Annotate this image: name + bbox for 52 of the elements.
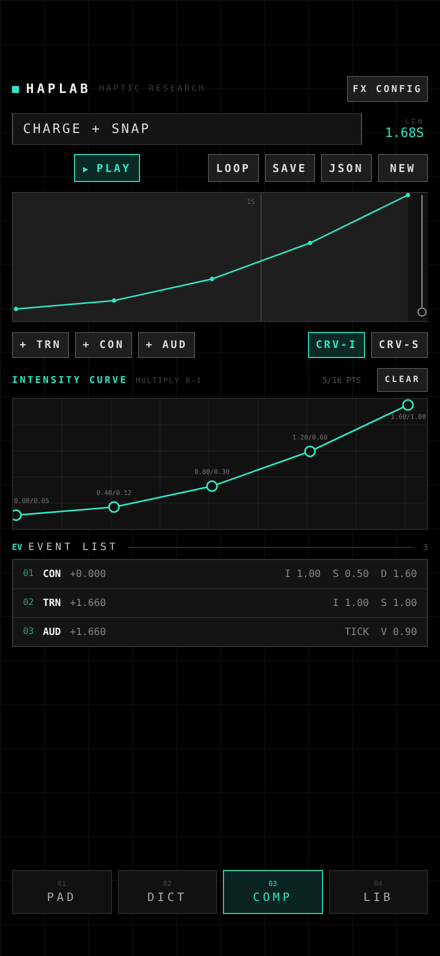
event-count: 3 <box>423 543 428 552</box>
curve-point-handle[interactable] <box>206 480 218 492</box>
event-type: CON <box>42 568 61 580</box>
section-title: INTENSITY CURVE <box>12 374 128 386</box>
length-value: 1.68S <box>384 126 424 140</box>
pattern-name-field[interactable]: CHARGE + SNAP <box>12 113 362 145</box>
transport-button[interactable]: SAVE <box>264 154 316 182</box>
transport-button[interactable]: NEW <box>378 154 428 182</box>
point-count: 5/16 PTS <box>322 376 361 384</box>
add-event-button[interactable]: + CON <box>75 332 132 358</box>
clear-button[interactable]: CLEAR <box>377 368 428 392</box>
app-subtitle: HAPTIC RESEARCH <box>98 84 207 94</box>
event-offset: +1.660 <box>70 598 106 608</box>
event-index: 03 <box>23 627 34 637</box>
event-parameter: I 1.00 <box>332 598 369 608</box>
add-event-button[interactable]: + TRN <box>12 332 69 358</box>
event-parameter: S 1.00 <box>380 598 417 608</box>
curve-point-handle[interactable] <box>402 399 414 411</box>
curve-tab[interactable]: CRV-I <box>308 332 365 358</box>
event-row[interactable]: 02 TRN +1.660 I 1.00 S 1.00 <box>13 589 427 618</box>
envelope-point <box>308 240 312 246</box>
envelope-point <box>112 298 116 303</box>
event-type: AUD <box>42 626 61 638</box>
curve-tab[interactable]: CRV-S <box>371 332 428 358</box>
event-offset: +0.000 <box>70 568 106 580</box>
event-parameter: TICK <box>344 626 369 638</box>
envelope-point <box>406 193 410 198</box>
event-parameter: S 0.50 <box>332 568 369 580</box>
section-title: EVENT LIST <box>28 542 118 553</box>
envelope-point <box>210 276 214 282</box>
curve-point-handle[interactable] <box>304 446 316 458</box>
logo-square-icon <box>12 86 19 92</box>
playhead-handle[interactable] <box>418 194 426 316</box>
event-type: TRN <box>42 598 61 608</box>
app-logo: HAPLAB <box>26 82 91 96</box>
event-index: 02 <box>23 598 34 608</box>
transport-button[interactable]: LOOP <box>208 154 259 182</box>
event-row[interactable]: 03 AUD +1.660 TICK V 0.90 <box>13 618 427 646</box>
transport-button[interactable]: JSON <box>321 154 372 182</box>
add-event-button[interactable]: + AUD <box>138 332 195 358</box>
curve-point-handle[interactable] <box>13 509 22 521</box>
event-offset: +1.660 <box>70 626 106 638</box>
event-parameter: D 1.60 <box>380 568 417 580</box>
curve-point-handle[interactable] <box>108 501 120 513</box>
event-parameter: I 1.00 <box>284 568 321 580</box>
envelope-point <box>14 306 18 312</box>
event-row[interactable]: 01 CON +0.000 I 1.00 S 0.50 D 1.60 <box>13 560 427 589</box>
fx-config-button[interactable]: FX CONFIG <box>347 76 428 102</box>
play-button[interactable]: ▶ PLAY <box>74 154 140 182</box>
event-parameter: V 0.90 <box>380 626 417 638</box>
event-index: 01 <box>23 569 34 579</box>
section-tag: EV <box>12 542 22 552</box>
